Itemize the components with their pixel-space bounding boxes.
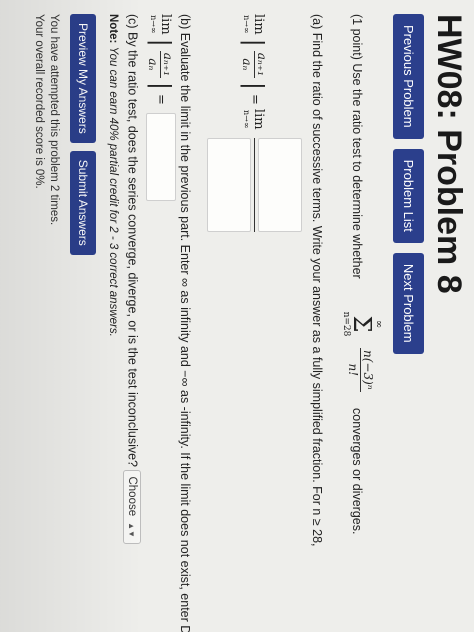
attempts-text: You have attempted this problem 2 times. — [48, 14, 60, 226]
note-text: You can earn 40% partial credit for 2 - … — [107, 46, 119, 337]
series-denominator: n! — [346, 363, 360, 377]
equals-sign-b: = — [153, 94, 169, 105]
part-a-prompt: (a) Find the ratio of successive terms. … — [310, 14, 324, 547]
next-problem-button[interactable]: Next Problem — [393, 252, 424, 354]
preview-answers-button[interactable]: Preview My Answers — [70, 14, 96, 143]
problem-intro: (1 point) Use the ratio test to determin… — [350, 14, 364, 279]
equals-sign: = — [247, 94, 262, 105]
score-text: Your overall recorded score is 0%. — [33, 14, 45, 189]
problem-list-button[interactable]: Problem List — [393, 148, 424, 243]
series-numerator: n(−3)ⁿ — [360, 348, 375, 392]
summation: ∞ Σ n=28 — [341, 304, 384, 344]
part-a-expression: lim n→∞ | aₙ₊₁ aₙ | = lim n→∞ — [207, 14, 302, 232]
limit-answer-input[interactable] — [146, 112, 176, 201]
ratio-fraction: aₙ₊₁ aₙ — [240, 50, 269, 78]
convergence-select[interactable]: Choose ▲▼ — [123, 470, 141, 544]
limit-operator: lim n→∞ — [242, 14, 267, 35]
select-value: Choose — [126, 476, 138, 517]
limit-operator-rhs: lim n→∞ — [242, 108, 267, 130]
problem-page: HW08: Problem 8 Previous Problem Problem… — [0, 0, 474, 632]
fraction-bar — [254, 137, 255, 232]
note-label: Note: — [107, 14, 119, 44]
part-c-prompt: (c) By the ratio test, does the series c… — [125, 14, 140, 467]
limit-operator-b: lim n→∞ — [149, 14, 173, 35]
select-arrows-icon: ▲▼ — [127, 522, 137, 538]
sum-lower-limit: n=28 — [341, 311, 351, 337]
page-title: HW08: Problem 8 — [430, 14, 468, 294]
series-term: n(−3)ⁿ n! — [346, 348, 375, 392]
previous-problem-button[interactable]: Previous Problem — [393, 14, 424, 139]
problem-nav: Previous Problem Problem List Next Probl… — [393, 14, 424, 354]
submit-answers-button[interactable]: Submit Answers — [70, 150, 96, 255]
part-b-prompt: (b) Evaluate the limit in the previous p… — [178, 14, 192, 632]
problem-intro-end: converges or diverges. — [350, 408, 364, 535]
ratio-fraction-b: aₙ₊₁ aₙ — [146, 50, 176, 78]
answer-actions: Preview My Answers Submit Answers — [70, 14, 96, 255]
partial-credit-note: Note: You can earn 40% partial credit fo… — [107, 14, 119, 337]
part-b-expression: lim n→∞ | aₙ₊₁ aₙ | = — [146, 14, 176, 201]
ratio-numerator-input[interactable] — [258, 137, 302, 232]
sigma-symbol: Σ — [348, 315, 376, 333]
ratio-answer — [207, 137, 302, 232]
part-c-row: (c) By the ratio test, does the series c… — [123, 14, 141, 544]
ratio-denominator-input[interactable] — [207, 137, 251, 232]
